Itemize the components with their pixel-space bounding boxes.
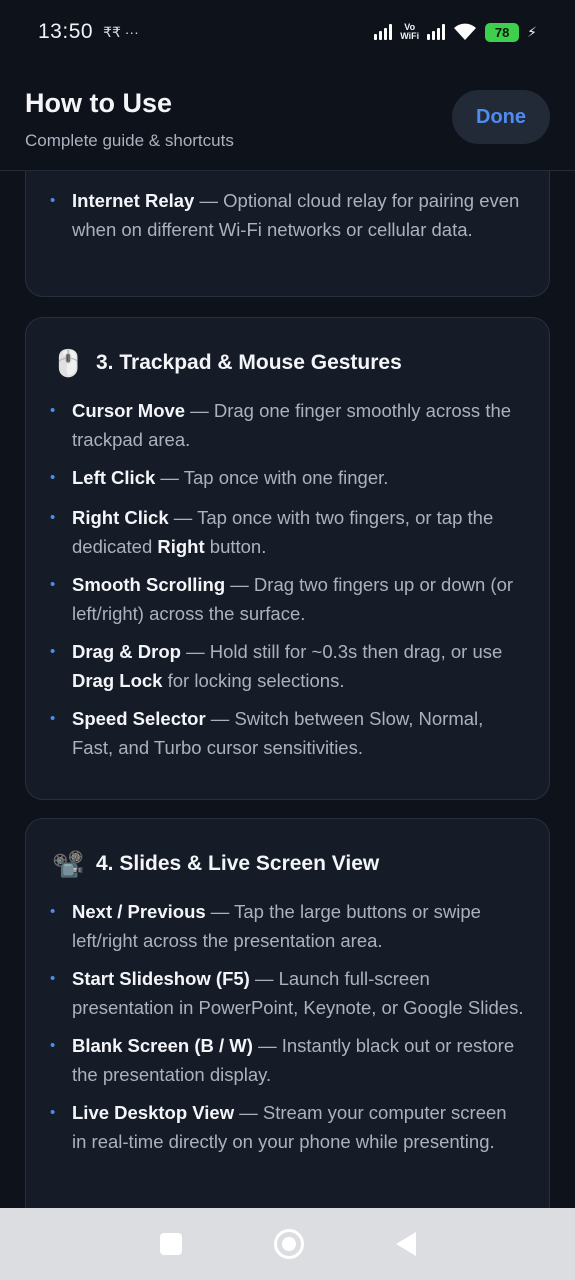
list-item: Speed Selector — Switch between Slow, No… [26,704,549,762]
guide-card-trackpad: 🖱️ 3. Trackpad & Mouse Gestures Cursor M… [25,317,550,800]
list-item: Blank Screen (B / W) — Instantly black o… [26,1031,549,1089]
status-time: 13:50 [38,20,94,43]
done-button[interactable]: Done [452,90,550,144]
status-bar: 13:50 ₹₹ ··· Vo WiFi 78 ⚡ [0,0,575,64]
guide-card-connection: Internet Relay — Optional cloud relay fo… [25,171,550,297]
list-item: Next / Previous — Tap the large buttons … [26,897,549,955]
list-item: Left Click — Tap once with one finger. [26,463,549,492]
wifi-icon [454,23,477,40]
signal-icon-2 [427,24,446,40]
guide-card-slides: 📽️ 4. Slides & Live Screen View Next / P… [25,818,550,1208]
guide-scroll-area[interactable]: Internet Relay — Optional cloud relay fo… [0,171,575,1208]
list-item: Smooth Scrolling — Drag two fingers up o… [26,570,549,628]
back-icon[interactable] [395,1232,416,1256]
list-item: Live Desktop View — Stream your computer… [26,1098,549,1156]
battery-icon: 78 [485,22,520,42]
list-item: Internet Relay — Optional cloud relay fo… [26,186,549,244]
list-item: Cursor Move — Drag one finger smoothly a… [26,396,549,454]
section-title: 3. Trackpad & Mouse Gestures [96,351,402,374]
signal-icon [374,24,393,40]
vowifi-icon: Vo WiFi [400,22,420,41]
list-item: Drag & Drop — Hold still for ~0.3s then … [26,637,549,695]
section-title: 4. Slides & Live Screen View [96,852,380,875]
projector-icon: 📽️ [52,848,85,879]
notification-icons: ₹₹ ··· [103,23,139,40]
recents-icon[interactable] [159,1233,182,1255]
home-icon[interactable] [273,1229,304,1259]
charging-icon: ⚡ [527,23,537,40]
page-header: How to Use Complete guide & shortcuts Do… [0,64,575,171]
list-item: Right Click — Tap once with two fingers,… [26,503,549,561]
mouse-icon: 🖱️ [52,347,85,378]
system-nav-bar [0,1208,575,1280]
list-item: Start Slideshow (F5) — Launch full-scree… [26,964,549,1022]
